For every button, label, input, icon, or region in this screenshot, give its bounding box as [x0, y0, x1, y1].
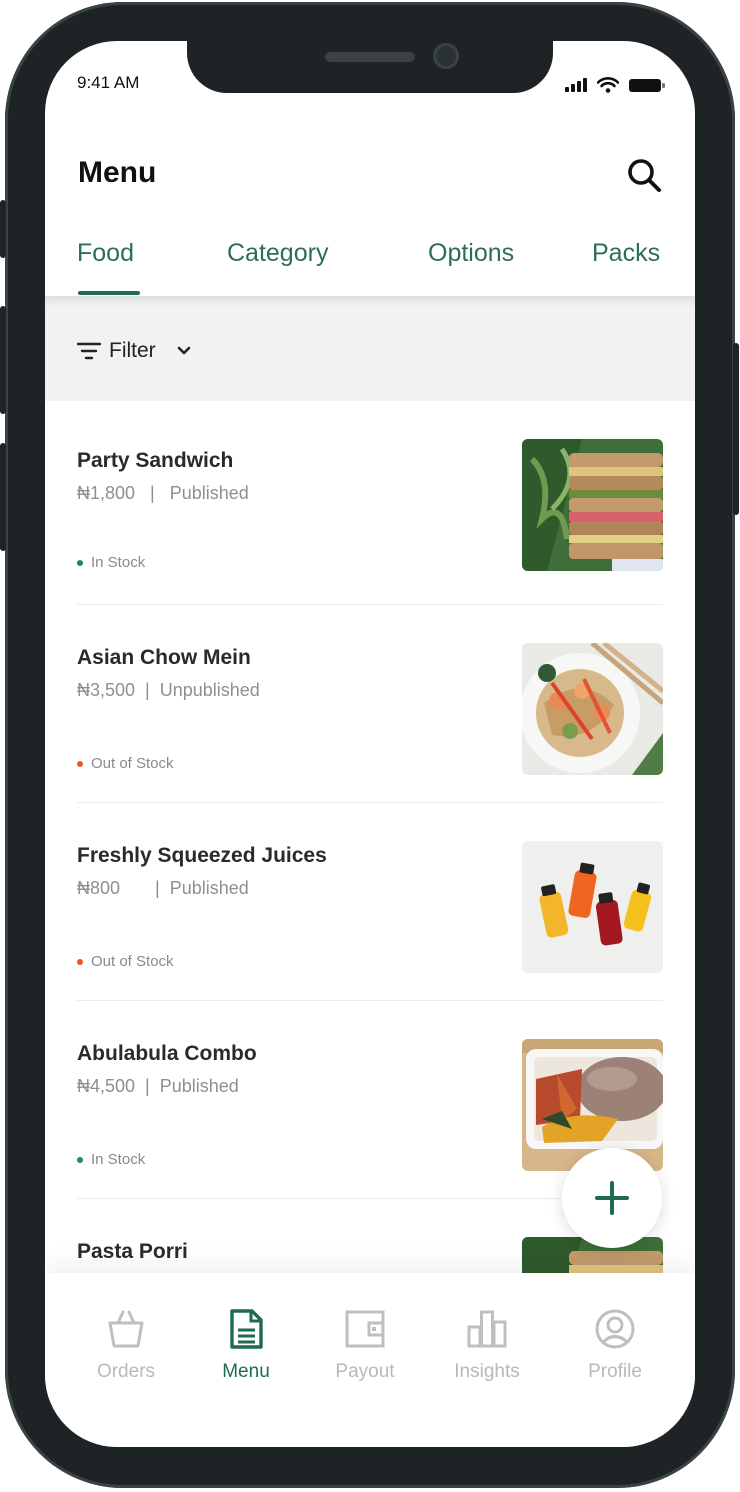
- stock-label: Out of Stock: [91, 755, 174, 772]
- item-price: ₦3,500: [77, 680, 136, 700]
- item-price: ₦800: [77, 878, 121, 898]
- search-icon: [628, 159, 661, 192]
- filter-label: Filter: [109, 339, 156, 362]
- stock-status: Out of Stock: [77, 755, 174, 772]
- item-name: Abulabula Combo: [77, 1042, 257, 1065]
- item-meta: ₦4,500 | Published: [77, 1076, 239, 1096]
- nav-item-orders[interactable]: Orders: [66, 1307, 186, 1383]
- tab-options[interactable]: Options: [428, 239, 514, 268]
- notch: [187, 41, 553, 93]
- volume-up-button: [0, 306, 6, 414]
- nav-label: Profile: [588, 1361, 642, 1382]
- battery-icon: [629, 78, 665, 92]
- speaker: [325, 52, 415, 62]
- nav-item-profile[interactable]: Profile: [555, 1307, 675, 1383]
- tab-bar: Food Category Options Packs: [45, 231, 695, 295]
- profile-icon: [595, 1309, 635, 1349]
- nav-item-payout[interactable]: Payout: [305, 1307, 425, 1383]
- filter-icon: [77, 342, 101, 360]
- bottom-nav: Orders Menu Payout Insights Profile: [45, 1273, 695, 1447]
- menu-item[interactable]: Party Sandwich ₦1,800 | Published In Sto…: [77, 401, 663, 605]
- tab-category[interactable]: Category: [227, 239, 328, 268]
- stock-label: In Stock: [91, 1151, 146, 1168]
- item-name: Pasta Porri: [77, 1240, 188, 1263]
- item-meta: ₦800 | Published: [77, 878, 249, 898]
- nav-item-insights[interactable]: Insights: [427, 1307, 547, 1383]
- nav-label: Menu: [222, 1361, 270, 1382]
- bag-icon: [108, 1310, 144, 1348]
- tab-packs[interactable]: Packs: [592, 239, 660, 268]
- item-price: ₦4,500: [77, 1076, 136, 1096]
- item-status: Published: [169, 878, 249, 898]
- stock-label: Out of Stock: [91, 953, 174, 970]
- stock-dot: [77, 958, 83, 965]
- active-tab-indicator: [78, 291, 140, 295]
- document-icon: [230, 1309, 263, 1349]
- item-name: Party Sandwich: [77, 449, 234, 472]
- item-name: Freshly Squeezed Juices: [77, 844, 327, 867]
- screen: 9:41 AM Menu Food Category Options Packs: [45, 41, 695, 1447]
- stock-label: In Stock: [91, 554, 146, 571]
- wallet-icon: [345, 1310, 385, 1348]
- stock-dot: [77, 1156, 83, 1163]
- item-status: Unpublished: [159, 680, 260, 700]
- power-button: [733, 343, 739, 515]
- mute-switch: [0, 200, 6, 258]
- item-image: [522, 643, 663, 775]
- page-title: Menu: [78, 156, 157, 189]
- item-price: ₦1,800: [77, 483, 136, 503]
- stock-dot: [77, 760, 83, 767]
- chart-icon: [467, 1310, 507, 1348]
- status-icons: [565, 77, 665, 93]
- stock-status: In Stock: [77, 1151, 145, 1168]
- item-meta: ₦1,800 | Published: [77, 483, 249, 503]
- item-image: [522, 841, 663, 973]
- item-status: Published: [169, 483, 249, 503]
- status-time: 9:41 AM: [77, 73, 140, 92]
- nav-label: Payout: [335, 1361, 395, 1382]
- nav-label: Orders: [96, 1361, 156, 1382]
- item-meta: ₦3,500 | Unpublished: [77, 680, 260, 700]
- wifi-icon: [597, 77, 619, 93]
- item-image: [522, 439, 663, 571]
- tab-food[interactable]: Food: [77, 239, 134, 268]
- filter-bar: Filter: [45, 296, 695, 401]
- filter-button[interactable]: Filter: [77, 339, 194, 363]
- menu-item[interactable]: Asian Chow Mein ₦3,500 | Unpublished Out…: [77, 605, 663, 803]
- plus-icon: [595, 1181, 629, 1215]
- search-button[interactable]: [625, 156, 663, 194]
- item-status: Published: [159, 1076, 239, 1096]
- menu-item[interactable]: Freshly Squeezed Juices ₦800 | Published…: [77, 803, 663, 1001]
- item-name: Asian Chow Mein: [77, 646, 251, 669]
- signal-icon: [565, 78, 587, 92]
- stock-status: In Stock: [77, 554, 145, 571]
- nav-item-menu[interactable]: Menu: [186, 1307, 306, 1383]
- camera: [433, 43, 459, 69]
- chevron-down-icon: [177, 346, 190, 355]
- volume-down-button: [0, 443, 6, 551]
- stock-status: Out of Stock: [77, 953, 174, 970]
- nav-label: Insights: [454, 1361, 520, 1382]
- stock-dot: [77, 559, 83, 566]
- add-item-button[interactable]: [562, 1148, 662, 1248]
